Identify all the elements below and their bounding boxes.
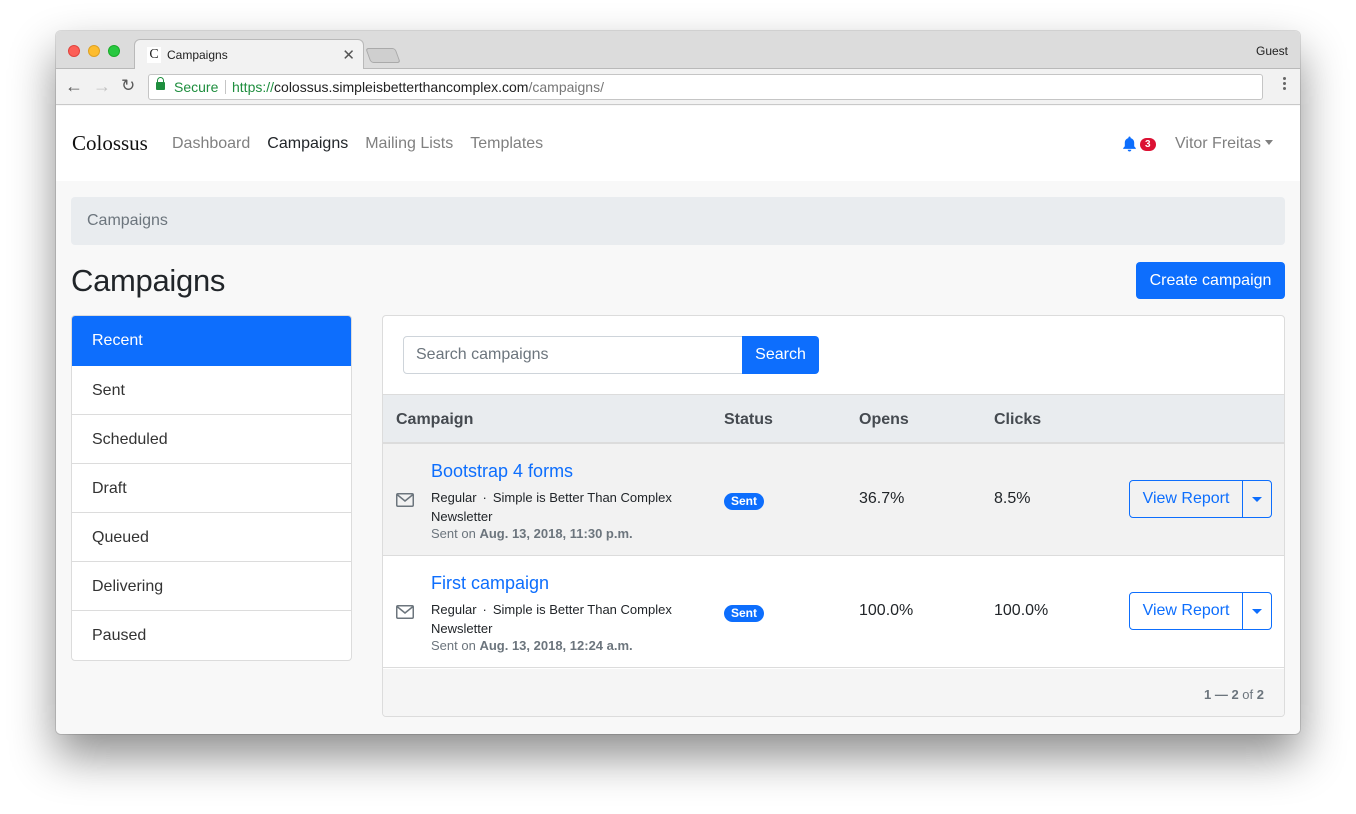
sent-date: Sent on Aug. 13, 2018, 11:30 p.m.: [431, 526, 633, 541]
url-scheme: https://: [232, 79, 275, 95]
breadcrumb: Campaigns: [71, 197, 1285, 245]
report-dropdown-toggle[interactable]: [1243, 593, 1271, 629]
breadcrumb-item: Campaigns: [87, 212, 168, 229]
maximize-window-button[interactable]: [108, 45, 120, 57]
report-dropdown-toggle[interactable]: [1243, 481, 1271, 517]
campaigns-card: Search Campaign Status Opens Clicks Boot…: [382, 315, 1285, 717]
new-tab-button[interactable]: [365, 48, 401, 63]
search-input[interactable]: [403, 336, 743, 374]
pagination-info: 1 — 2 of 2: [1204, 687, 1264, 702]
url-text[interactable]: https://colossus.simpleisbetterthancompl…: [232, 75, 604, 99]
profile-label[interactable]: Guest: [1256, 44, 1288, 58]
separator: ·: [482, 602, 487, 617]
campaign-link[interactable]: Bootstrap 4 forms: [431, 461, 573, 482]
main-nav: Dashboard Campaigns Mailing Lists Templa…: [172, 135, 560, 153]
tab-title: Campaigns: [167, 48, 228, 62]
url-host: colossus.simpleisbetterthancomplex.com: [274, 79, 529, 95]
browser-tab[interactable]: C Campaigns ✕: [134, 39, 364, 70]
sidebar-item-paused[interactable]: Paused: [72, 611, 351, 660]
report-button-group: View Report: [1129, 480, 1272, 518]
campaign-type: Regular: [431, 490, 477, 505]
brand-logo[interactable]: Colossus: [72, 131, 148, 156]
page-end: 2: [1231, 687, 1239, 702]
notification-badge: 3: [1140, 138, 1156, 151]
clicks-value: 8.5%: [994, 490, 1031, 507]
minimize-window-button[interactable]: [88, 45, 100, 57]
column-header-status: Status: [724, 411, 773, 428]
envelope-icon: [396, 605, 414, 624]
campaign-filter-list: Recent Sent Scheduled Draft Queued Deliv…: [71, 315, 352, 661]
reload-icon[interactable]: ↻: [121, 76, 135, 96]
sidebar-item-queued[interactable]: Queued: [72, 513, 351, 562]
column-header-clicks: Clicks: [994, 411, 1042, 428]
close-tab-icon[interactable]: ✕: [342, 46, 355, 64]
page-title: Campaigns: [71, 263, 226, 298]
browser-toolbar: ← → ↻ Secure https://colossus.simpleisbe…: [56, 69, 1300, 105]
page-content: Colossus Dashboard Campaigns Mailing Lis…: [56, 106, 1300, 734]
page-of: of: [1242, 687, 1254, 702]
sidebar-item-delivering[interactable]: Delivering: [72, 562, 351, 611]
favicon-icon: C: [147, 47, 161, 63]
separator: ·: [482, 490, 487, 505]
bell-icon[interactable]: [1122, 136, 1137, 157]
lock-icon: [156, 77, 165, 90]
forward-arrow-icon[interactable]: →: [93, 76, 111, 96]
table-header: Campaign Status Opens Clicks: [383, 394, 1284, 444]
campaign-type: Regular: [431, 602, 477, 617]
back-arrow-icon[interactable]: ←: [65, 76, 83, 96]
sent-prefix: Sent on: [431, 638, 476, 653]
nav-link-mailing-lists[interactable]: Mailing Lists: [365, 135, 453, 153]
status-badge: Sent: [724, 605, 765, 622]
browser-menu-icon[interactable]: [1283, 77, 1286, 92]
sent-datetime: Aug. 13, 2018, 12:24 a.m.: [479, 638, 633, 653]
clicks-value: 100.0%: [994, 602, 1049, 619]
table-row: Bootstrap 4 forms Regular · Simple is Bett…: [383, 444, 1284, 556]
secure-label: Secure: [174, 79, 219, 95]
browser-window: C Campaigns ✕ Guest ← → ↻ Secure https:/…: [56, 31, 1300, 734]
sidebar-item-recent[interactable]: Recent: [72, 316, 351, 366]
view-report-button[interactable]: View Report: [1130, 593, 1243, 629]
table-footer: 1 — 2 of 2: [383, 669, 1284, 716]
divider: [225, 80, 226, 94]
sidebar-item-sent[interactable]: Sent: [72, 366, 351, 415]
report-button-group: View Report: [1129, 592, 1272, 630]
search-form: Search: [403, 336, 820, 374]
page-dash: —: [1214, 687, 1228, 702]
sidebar-item-draft[interactable]: Draft: [72, 464, 351, 513]
table-row: First campaign Regular · Simple is Better …: [383, 556, 1284, 668]
address-bar[interactable]: Secure https://colossus.simpleisbetterth…: [148, 74, 1263, 100]
sent-datetime: Aug. 13, 2018, 11:30 p.m.: [479, 526, 633, 541]
column-header-campaign: Campaign: [396, 411, 474, 428]
envelope-icon: [396, 493, 414, 512]
view-report-button[interactable]: View Report: [1130, 481, 1243, 517]
opens-value: 100.0%: [859, 602, 914, 619]
caret-down-icon: [1252, 609, 1262, 614]
status-badge: Sent: [724, 493, 765, 510]
nav-link-campaigns[interactable]: Campaigns: [267, 135, 348, 153]
page-total: 2: [1256, 687, 1264, 702]
user-name: Vitor Freitas: [1175, 135, 1261, 152]
create-campaign-button[interactable]: Create campaign: [1136, 262, 1285, 299]
user-menu[interactable]: Vitor Freitas: [1175, 135, 1273, 153]
caret-down-icon: [1264, 139, 1273, 145]
title-bar: C Campaigns ✕ Guest: [56, 31, 1300, 70]
column-header-opens: Opens: [859, 411, 909, 428]
caret-down-icon: [1252, 497, 1262, 502]
close-window-button[interactable]: [68, 45, 80, 57]
campaign-meta: Regular · Simple is Better Than Complex Ne…: [431, 600, 701, 638]
search-button[interactable]: Search: [742, 336, 819, 374]
url-path: /campaigns/: [528, 79, 604, 95]
top-navbar: Colossus Dashboard Campaigns Mailing Lis…: [56, 106, 1300, 181]
nav-link-templates[interactable]: Templates: [470, 135, 543, 153]
page-start: 1: [1203, 687, 1212, 702]
campaign-link[interactable]: First campaign: [431, 573, 549, 594]
opens-value: 36.7%: [859, 490, 905, 507]
sidebar-item-scheduled[interactable]: Scheduled: [72, 415, 351, 464]
sent-date: Sent on Aug. 13, 2018, 12:24 a.m.: [431, 638, 633, 653]
sent-prefix: Sent on: [431, 526, 476, 541]
nav-link-dashboard[interactable]: Dashboard: [172, 135, 250, 153]
campaign-meta: Regular · Simple is Better Than Complex Ne…: [431, 488, 701, 526]
